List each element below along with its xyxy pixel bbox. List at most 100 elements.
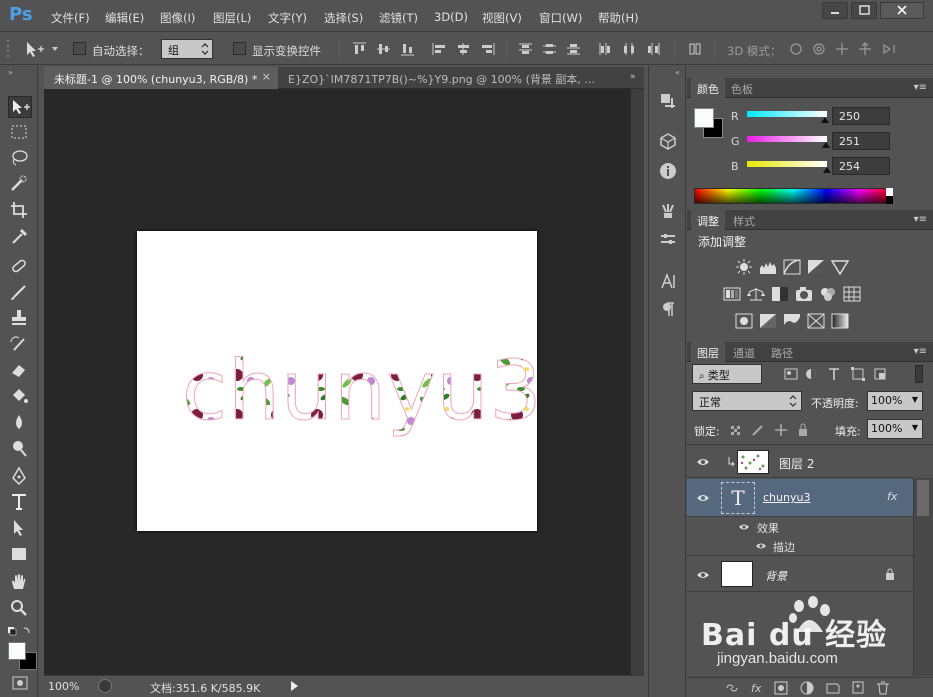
tab-styles[interactable]: 样式 xyxy=(727,210,761,230)
distribute-left-icon[interactable] xyxy=(598,42,613,56)
minimize-button[interactable] xyxy=(822,2,848,19)
tab-adjustments[interactable]: 调整 xyxy=(691,210,725,230)
selective-color-icon[interactable] xyxy=(831,313,849,329)
visibility-eye-icon[interactable] xyxy=(696,493,710,503)
distribute-bottom-icon[interactable] xyxy=(566,42,581,56)
collapse-toolbox-icon[interactable]: » xyxy=(8,68,13,77)
healing-brush-tool[interactable] xyxy=(8,256,32,278)
align-bottom-icon[interactable] xyxy=(400,42,415,56)
layer-name[interactable]: 图层 2 xyxy=(779,455,814,472)
adjustment-layer-icon[interactable] xyxy=(799,678,817,697)
posterize-icon[interactable] xyxy=(759,313,777,329)
opacity-input[interactable]: 100% ▼ xyxy=(867,391,923,411)
link-layers-icon[interactable] xyxy=(723,678,741,697)
fill-input[interactable]: 100% ▼ xyxy=(867,419,923,439)
auto-select-target-dropdown[interactable]: 组 xyxy=(161,39,213,59)
clone-stamp-tool[interactable] xyxy=(8,308,32,330)
align-top-icon[interactable] xyxy=(352,42,367,56)
delete-layer-icon[interactable] xyxy=(874,678,892,697)
brush-presets-icon[interactable] xyxy=(659,202,677,220)
distribute-right-icon[interactable] xyxy=(646,42,661,56)
vibrance-icon[interactable] xyxy=(831,259,849,275)
visibility-eye-icon[interactable] xyxy=(696,457,710,467)
blend-mode-dropdown[interactable]: 正常 xyxy=(692,391,802,411)
paragraph-panel-icon[interactable] xyxy=(659,300,677,318)
visibility-eye-icon[interactable] xyxy=(738,523,750,531)
tab-layers[interactable]: 图层 xyxy=(691,342,725,362)
layer-effects-icon[interactable]: fx xyxy=(887,490,897,503)
marquee-tool[interactable] xyxy=(8,122,32,144)
color-lookup-icon[interactable] xyxy=(843,286,861,302)
menu-image[interactable]: 图像(I) xyxy=(160,10,195,26)
invert-icon[interactable] xyxy=(735,313,753,329)
distribute-top-icon[interactable] xyxy=(518,42,533,56)
layer-row-background[interactable]: 背景 xyxy=(687,558,913,592)
align-right-icon[interactable] xyxy=(480,42,495,56)
close-window-button[interactable] xyxy=(880,2,924,19)
blur-tool[interactable] xyxy=(8,412,32,434)
align-hcenter-icon[interactable] xyxy=(456,42,471,56)
gradient-map-icon[interactable] xyxy=(807,313,825,329)
black-white-icon[interactable] xyxy=(771,286,789,302)
pen-tool[interactable] xyxy=(8,466,32,488)
channel-b-value[interactable]: 254 xyxy=(832,157,890,175)
tool-presets-icon[interactable] xyxy=(659,230,677,248)
tab-swatches[interactable]: 色板 xyxy=(725,78,759,98)
channel-mixer-icon[interactable] xyxy=(819,286,837,302)
layer-name[interactable]: 背景 xyxy=(765,568,787,584)
visibility-eye-icon[interactable] xyxy=(755,542,767,550)
maximize-button[interactable] xyxy=(851,2,877,19)
threshold-icon[interactable] xyxy=(783,313,801,329)
foreground-color-swatch[interactable] xyxy=(8,642,26,660)
spectrum-black-swatch[interactable] xyxy=(886,196,893,204)
levels-icon[interactable] xyxy=(759,259,777,275)
more-tabs-icon[interactable]: » xyxy=(630,72,636,82)
brightness-contrast-icon[interactable] xyxy=(735,259,753,275)
swap-colors-icon[interactable] xyxy=(8,626,32,636)
channel-r-value[interactable]: 250 xyxy=(832,107,890,125)
menu-edit[interactable]: 编辑(E) xyxy=(105,10,144,26)
layer-row-chunyu3-selected[interactable]: T chunyu3 fx xyxy=(687,479,913,517)
channel-r-slider[interactable] xyxy=(747,111,827,117)
move-tool-preset-icon[interactable] xyxy=(24,40,64,58)
status-info-icon[interactable] xyxy=(98,679,112,693)
visibility-eye-icon[interactable] xyxy=(696,570,710,580)
menu-type[interactable]: 文字(Y) xyxy=(268,10,307,26)
auto-align-icon[interactable] xyxy=(688,42,703,56)
menu-file[interactable]: 文件(F) xyxy=(51,10,90,26)
document-tab[interactable]: E}ZO}`IM7871TP7B()~%}Y9.png @ 100% (背景 副… xyxy=(278,67,640,89)
character-panel-icon[interactable] xyxy=(659,272,677,290)
status-menu-arrow-icon[interactable] xyxy=(288,679,300,693)
move-tool[interactable] xyxy=(8,96,32,118)
eyedropper-tool[interactable] xyxy=(8,226,32,248)
new-group-icon[interactable] xyxy=(824,678,842,697)
history-panel-icon[interactable] xyxy=(659,92,677,110)
hue-saturation-icon[interactable] xyxy=(723,286,741,302)
color-foreground-swatch[interactable] xyxy=(694,108,714,128)
distribute-vcenter-icon[interactable] xyxy=(542,42,557,56)
distribute-hcenter-icon[interactable] xyxy=(622,42,637,56)
quick-mask-icon[interactable] xyxy=(12,676,28,690)
menu-view[interactable]: 视图(V) xyxy=(482,10,522,26)
add-style-icon[interactable] xyxy=(747,678,765,697)
align-vcenter-icon[interactable] xyxy=(376,42,391,56)
dodge-tool[interactable] xyxy=(8,438,32,460)
spectrum-white-swatch[interactable] xyxy=(886,188,893,196)
stroke-effect-row[interactable]: 描边 xyxy=(687,537,913,556)
collapse-dock-icon[interactable]: « xyxy=(675,68,680,77)
channel-g-slider[interactable] xyxy=(747,136,827,142)
auto-select-checkbox[interactable] xyxy=(73,42,86,55)
menu-filter[interactable]: 滤镜(T) xyxy=(379,10,418,26)
channel-g-value[interactable]: 251 xyxy=(832,132,890,150)
tab-channels[interactable]: 通道 xyxy=(727,342,761,362)
layer-row-layer2[interactable]: 图层 2 xyxy=(687,446,913,478)
add-mask-icon[interactable] xyxy=(772,678,790,697)
curves-icon[interactable] xyxy=(783,259,801,275)
channel-r-thumb-icon[interactable] xyxy=(821,117,830,123)
menu-3d[interactable]: 3D(D) xyxy=(434,10,468,24)
effects-row[interactable]: 效果 xyxy=(687,518,913,537)
history-brush-tool[interactable] xyxy=(8,334,32,356)
path-selection-tool[interactable] xyxy=(8,518,32,540)
info-panel-icon[interactable] xyxy=(659,162,677,180)
document-tab-active[interactable]: 未标题-1 @ 100% (chunyu3, RGB/8) * × xyxy=(44,67,278,89)
